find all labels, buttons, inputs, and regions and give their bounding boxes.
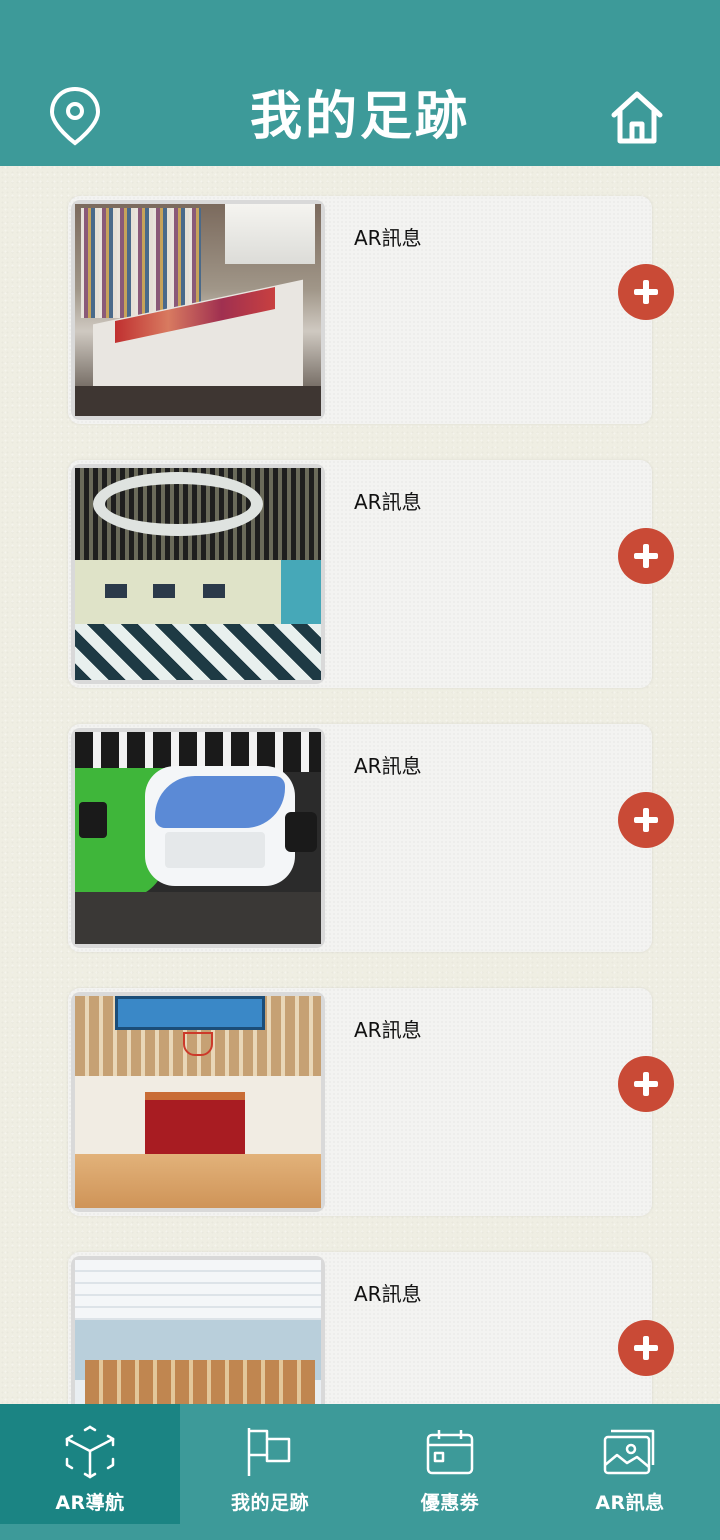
footprint-list[interactable]: AR訊息 AR訊息 AR訊息 AR訊息 AR訊息 xyxy=(0,166,720,1404)
plus-icon xyxy=(634,544,658,568)
photo-gymnasium-stage xyxy=(75,996,321,1208)
bottom-navigation: AR導航 我的足跡 優惠劵 AR訊息 xyxy=(0,1404,720,1540)
nav-item-ar-messages[interactable]: AR訊息 xyxy=(540,1404,720,1524)
item-label: AR訊息 xyxy=(354,490,422,514)
add-button[interactable] xyxy=(618,528,674,584)
photo-reading-room xyxy=(75,1260,321,1404)
thumbnail xyxy=(71,1256,325,1404)
home-icon xyxy=(611,91,663,144)
photo-studio-checkered-floor xyxy=(75,468,321,680)
ar-cube-icon xyxy=(65,1425,115,1479)
plus-icon xyxy=(634,1336,658,1360)
add-button[interactable] xyxy=(618,264,674,320)
item-label: AR訊息 xyxy=(354,754,422,778)
list-item[interactable]: AR訊息 xyxy=(68,1252,674,1404)
thumbnail xyxy=(71,992,325,1212)
flag-icon xyxy=(247,1428,291,1476)
add-button[interactable] xyxy=(618,792,674,848)
photo-tv-green-screen-studio xyxy=(75,732,321,944)
plus-icon xyxy=(634,808,658,832)
add-button[interactable] xyxy=(618,1056,674,1112)
thumbnail xyxy=(71,728,325,948)
item-label: AR訊息 xyxy=(354,1282,422,1306)
list-item[interactable]: AR訊息 xyxy=(68,988,674,1216)
list-item[interactable]: AR訊息 xyxy=(68,196,674,424)
plus-icon xyxy=(634,1072,658,1096)
nav-label: 我的足跡 xyxy=(230,1492,309,1514)
thumbnail xyxy=(71,200,325,420)
nav-item-my-footprints[interactable]: 我的足跡 xyxy=(180,1404,360,1524)
nav-label: AR導航 xyxy=(55,1492,125,1514)
app-header: 我的足跡 xyxy=(0,0,720,166)
nav-item-coupons[interactable]: 優惠劵 xyxy=(360,1404,540,1524)
add-button[interactable] xyxy=(618,1320,674,1376)
home-button[interactable] xyxy=(608,88,666,146)
list-item[interactable]: AR訊息 xyxy=(68,724,674,952)
photo-library-exhibition-room xyxy=(75,204,321,416)
image-gallery-icon xyxy=(603,1429,655,1475)
nav-label: AR訊息 xyxy=(595,1492,665,1514)
item-label: AR訊息 xyxy=(354,226,422,250)
nav-item-ar-navigation[interactable]: AR導航 xyxy=(0,1404,180,1524)
calendar-icon xyxy=(426,1430,474,1475)
plus-icon xyxy=(634,280,658,304)
item-label: AR訊息 xyxy=(354,1018,422,1042)
list-item[interactable]: AR訊息 xyxy=(68,460,674,688)
nav-label: 優惠劵 xyxy=(420,1492,480,1514)
thumbnail xyxy=(71,464,325,684)
